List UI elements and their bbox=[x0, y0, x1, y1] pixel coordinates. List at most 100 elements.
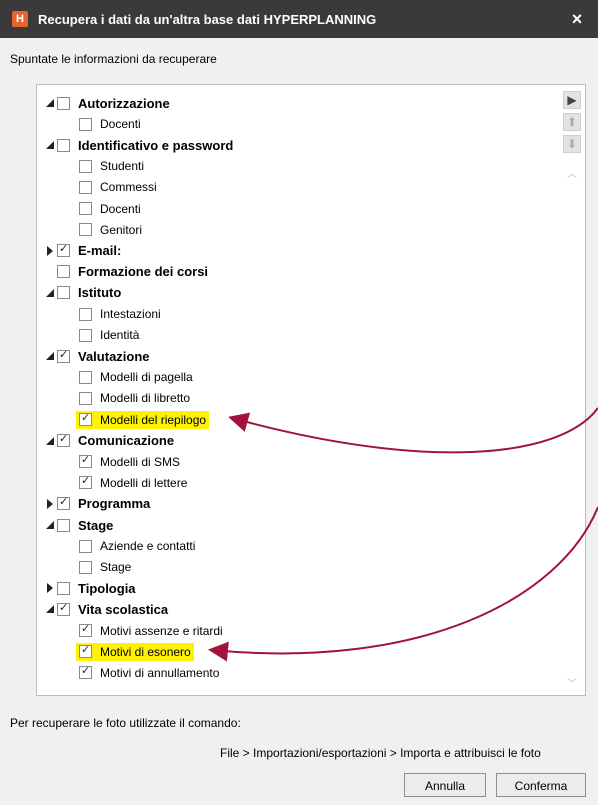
expanded-triangle-icon[interactable] bbox=[45, 604, 55, 614]
tree-item-docenti-2[interactable]: Docenti bbox=[79, 199, 141, 219]
tree-item-programma[interactable]: Programma bbox=[45, 494, 150, 514]
collapsed-triangle-icon[interactable] bbox=[45, 246, 55, 256]
tree-item-comunicazione[interactable]: Comunicazione bbox=[45, 431, 174, 451]
tree-item-identificativo[interactable]: Identificativo e password bbox=[45, 135, 233, 155]
tree-item-label: Modelli del riepilogo bbox=[100, 412, 207, 427]
vertical-scrollbar[interactable]: ▶ ⬆ ⬇ ︿ ﹀ bbox=[563, 91, 581, 690]
import-command-path: File > Importazioni/esportazioni > Impor… bbox=[220, 746, 541, 760]
expanded-triangle-icon[interactable] bbox=[45, 351, 55, 361]
scroll-down-arrow-icon[interactable]: ﹀ bbox=[567, 675, 577, 690]
checkbox-intestazioni[interactable] bbox=[79, 307, 92, 321]
tree-item-label: Autorizzazione bbox=[78, 95, 170, 111]
tree-item-aziende[interactable]: Aziende e contatti bbox=[79, 536, 195, 556]
checkbox-docenti-2[interactable] bbox=[79, 202, 92, 215]
tree-item-label: Studenti bbox=[100, 159, 145, 174]
data-tree-panel: Autorizzazione Docenti Identificativo e pa… bbox=[36, 84, 586, 696]
checkbox-commessi[interactable] bbox=[79, 180, 92, 194]
tree-item-label: Docenti bbox=[100, 201, 141, 216]
tree-item-label: Modelli di SMS bbox=[100, 454, 181, 469]
checkbox-comunicazione[interactable] bbox=[57, 432, 70, 448]
checkbox-valutazione[interactable] bbox=[57, 348, 70, 363]
tree-item-label: Identità bbox=[100, 328, 140, 343]
tree-item-motivi-esonero[interactable]: Motivi di esonero bbox=[76, 642, 194, 662]
tree-item-stage[interactable]: Stage bbox=[45, 515, 113, 535]
checkbox-programma[interactable] bbox=[57, 495, 70, 511]
tree-item-modelli-lettere[interactable]: Modelli di lettere bbox=[79, 473, 187, 493]
tree-item-label: Intestazioni bbox=[100, 307, 161, 321]
expanded-triangle-icon[interactable] bbox=[45, 520, 55, 530]
tree-item-label: Formazione dei corsi bbox=[78, 264, 209, 280]
tree-item-label: Motivi assenze e ritardi bbox=[100, 623, 223, 638]
tree-item-studenti[interactable]: Studenti bbox=[79, 156, 144, 176]
tree-item-label: Modelli di libretto bbox=[100, 391, 191, 406]
tree-item-vita-scolastica[interactable]: Vita scolastica bbox=[45, 599, 168, 619]
tree-item-label: Stage bbox=[100, 560, 132, 575]
checkbox-autorizzazione[interactable] bbox=[57, 96, 70, 110]
checkbox-modelli-libretto[interactable] bbox=[79, 391, 92, 405]
close-icon[interactable]: × bbox=[566, 8, 588, 30]
tree-item-label: Programma bbox=[78, 496, 151, 512]
checkbox-tipologia[interactable] bbox=[57, 581, 70, 595]
tree-item-label: Tipologia bbox=[78, 580, 136, 596]
checkbox-aziende[interactable] bbox=[79, 539, 92, 553]
checkbox-modelli-pagella[interactable] bbox=[79, 370, 92, 384]
tree-item-email[interactable]: E-mail: bbox=[45, 241, 121, 261]
tree-item-label: Commessi bbox=[100, 180, 157, 195]
tree-item-label: Vita scolastica bbox=[78, 601, 169, 617]
checkbox-email[interactable] bbox=[57, 242, 70, 258]
tree-item-label: Genitori bbox=[100, 222, 143, 237]
checkbox-modelli-riepilogo[interactable] bbox=[79, 411, 92, 426]
checkbox-vita-scolastica[interactable] bbox=[57, 601, 70, 616]
checkbox-docenti-1[interactable] bbox=[79, 117, 92, 131]
title-bar: H Recupera i dati da un'altra base dati … bbox=[0, 0, 598, 38]
tree-item-label: Stage bbox=[78, 517, 114, 533]
tree-item-tipologia[interactable]: Tipologia bbox=[45, 578, 136, 598]
tree-item-valutazione[interactable]: Valutazione bbox=[45, 346, 150, 366]
confirm-button[interactable]: Conferma bbox=[496, 773, 586, 797]
checkbox-istituto[interactable] bbox=[57, 286, 70, 300]
tree-item-identita[interactable]: Identità bbox=[79, 325, 139, 345]
instruction-text: Spuntate le informazioni da recuperare bbox=[10, 52, 217, 66]
tree-item-label: Aziende e contatti bbox=[100, 539, 196, 554]
tree-item-label: Motivi di annullamento bbox=[100, 665, 220, 680]
scroll-up-arrow-icon[interactable]: ︿ bbox=[567, 165, 577, 180]
checkbox-modelli-lettere[interactable] bbox=[79, 474, 92, 490]
cancel-button[interactable]: Annulla bbox=[404, 773, 486, 797]
checkbox-stage[interactable] bbox=[57, 518, 70, 532]
collapsed-triangle-icon[interactable] bbox=[45, 583, 55, 593]
highlighted-item: Modelli del riepilogo bbox=[76, 410, 210, 429]
checkbox-motivi-annullamento[interactable] bbox=[79, 664, 92, 680]
expanded-triangle-icon[interactable] bbox=[45, 98, 55, 108]
tree-item-stage-sub[interactable]: Stage bbox=[79, 557, 131, 577]
collapsed-triangle-icon[interactable] bbox=[45, 499, 55, 509]
checkbox-motivi-assenze[interactable] bbox=[79, 622, 92, 637]
checkbox-identita[interactable] bbox=[79, 328, 92, 342]
checkbox-motivi-esonero[interactable] bbox=[79, 643, 92, 659]
tree-item-motivi-annullamento[interactable]: Motivi di annullamento bbox=[79, 663, 219, 683]
tree-item-formazione[interactable]: Formazione dei corsi bbox=[45, 262, 208, 282]
expanded-triangle-icon[interactable] bbox=[45, 288, 55, 298]
expanded-triangle-icon[interactable] bbox=[45, 140, 55, 150]
tree-item-modelli-riepilogo[interactable]: Modelli del riepilogo bbox=[76, 410, 210, 430]
tree-item-autorizzazione[interactable]: Autorizzazione bbox=[45, 93, 170, 113]
tree-item-istituto[interactable]: Istituto bbox=[45, 283, 121, 303]
move-up-icon[interactable]: ⬆ bbox=[563, 113, 581, 131]
tree-item-modelli-pagella[interactable]: Modelli di pagella bbox=[79, 367, 193, 387]
move-down-icon[interactable]: ⬇ bbox=[563, 135, 581, 153]
expanded-triangle-icon[interactable] bbox=[45, 436, 55, 446]
tree-item-motivi-assenze[interactable]: Motivi assenze e ritardi bbox=[79, 621, 223, 641]
tree-item-docenti-1[interactable]: Docenti bbox=[79, 114, 141, 134]
checkbox-modelli-sms[interactable] bbox=[79, 453, 92, 469]
tree-item-intestazioni[interactable]: Intestazioni bbox=[79, 304, 161, 324]
checkbox-stage-sub[interactable] bbox=[79, 560, 92, 574]
tree-item-genitori[interactable]: Genitori bbox=[79, 220, 142, 240]
checkbox-genitori[interactable] bbox=[79, 223, 92, 237]
tree-item-commessi[interactable]: Commessi bbox=[79, 177, 157, 197]
play-right-icon[interactable]: ▶ bbox=[563, 91, 581, 109]
tree-item-modelli-sms[interactable]: Modelli di SMS bbox=[79, 452, 180, 472]
tree-item-modelli-libretto[interactable]: Modelli di libretto bbox=[79, 388, 190, 408]
checkbox-formazione[interactable] bbox=[57, 265, 70, 279]
checkbox-identificativo[interactable] bbox=[57, 138, 70, 152]
hyperplanning-app-icon: H bbox=[12, 11, 28, 27]
checkbox-studenti[interactable] bbox=[79, 159, 92, 173]
